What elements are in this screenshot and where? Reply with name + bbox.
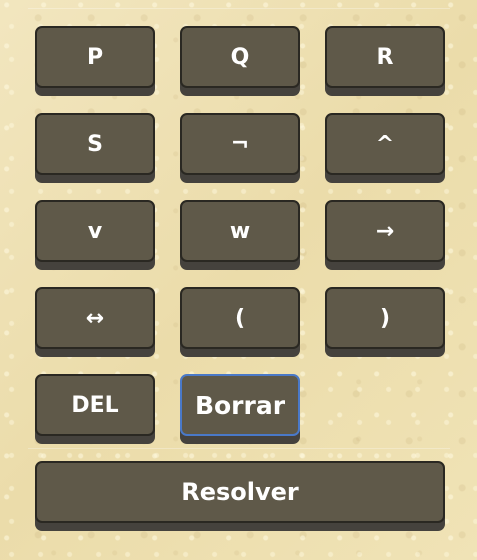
key-r[interactable]: R [325, 26, 445, 88]
divider [28, 448, 450, 449]
key-q[interactable]: Q [180, 26, 300, 88]
key-conjunction[interactable]: ^ [325, 113, 445, 175]
clear-button[interactable]: Borrar [180, 374, 300, 436]
key-exclusive-or[interactable]: w [180, 200, 300, 262]
key-close-paren[interactable]: ) [325, 287, 445, 349]
delete-button[interactable]: DEL [35, 374, 155, 436]
logic-keypad: P Q R S ¬ ^ v w → ↔ ( ) DEL Borrar Resol… [0, 0, 477, 560]
key-disjunction[interactable]: v [35, 200, 155, 262]
key-biconditional[interactable]: ↔ [35, 287, 155, 349]
key-s[interactable]: S [35, 113, 155, 175]
key-implication[interactable]: → [325, 200, 445, 262]
solve-button[interactable]: Resolver [35, 461, 445, 523]
divider [28, 8, 450, 9]
key-negation[interactable]: ¬ [180, 113, 300, 175]
key-p[interactable]: P [35, 26, 155, 88]
key-open-paren[interactable]: ( [180, 287, 300, 349]
